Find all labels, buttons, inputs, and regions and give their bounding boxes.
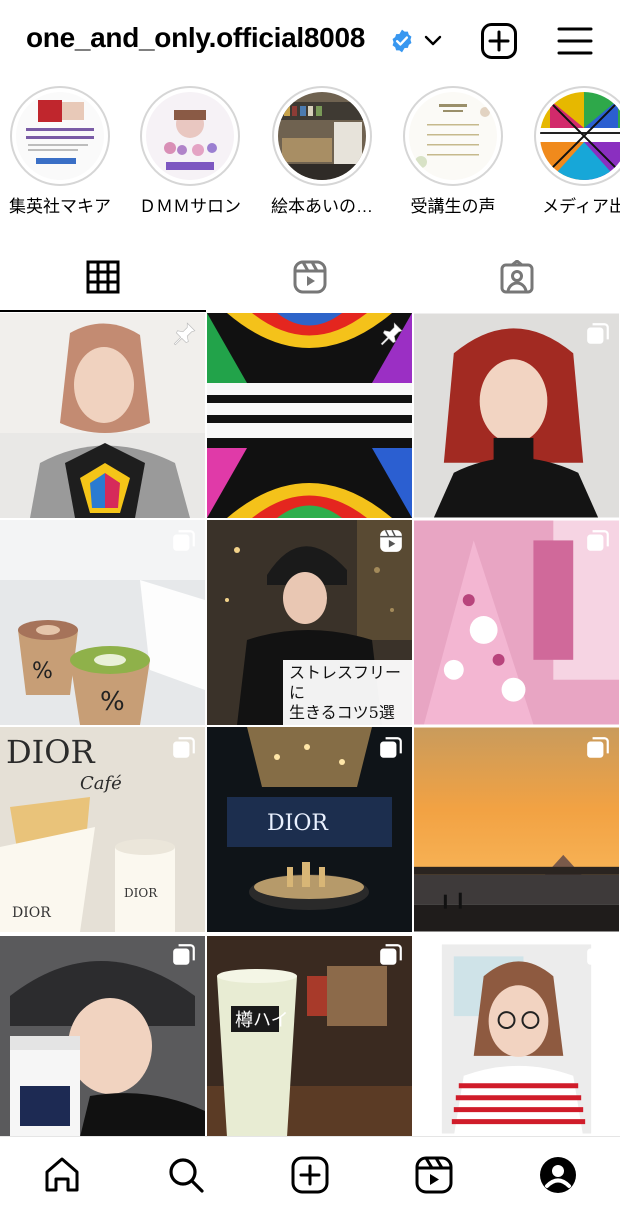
grid-post[interactable]: [0, 934, 205, 1139]
overlay-line: ストレスフリーに: [289, 663, 402, 702]
highlight-label: ＤＭＭサロン: [139, 197, 241, 216]
highlight-thumbnail: [409, 92, 497, 180]
carousel-icon: [173, 944, 195, 965]
can-label-text: 樽ハイ: [235, 1010, 289, 1031]
carousel-icon: [587, 737, 609, 758]
highlight-ring: [140, 86, 240, 186]
create-post-nav-icon[interactable]: [290, 1155, 330, 1195]
carousel-icon: [173, 737, 195, 758]
carousel-icon: [587, 323, 609, 344]
username-title[interactable]: one_and_only.official8008: [26, 22, 365, 54]
grid-post[interactable]: DIOR Café DIOR DIOR: [0, 727, 205, 932]
reels-icon: [380, 529, 402, 552]
grid-post[interactable]: 樽ハイ: [207, 934, 412, 1139]
highlight-thumbnail: [278, 92, 366, 180]
grid-post[interactable]: [0, 313, 205, 518]
highlight-ring: [403, 86, 503, 186]
posts-grid: % % ストレスフリーに 生きるコツ5選 DIOR Café DIOR DIOR…: [0, 313, 620, 1137]
grid-post[interactable]: [414, 727, 619, 932]
carousel-icon: [380, 944, 402, 965]
overlay-line: 生きるコツ5選: [289, 703, 395, 722]
grid-post[interactable]: DIOR: [207, 727, 412, 932]
highlight-label: メディア出: [542, 197, 620, 216]
grid-post[interactable]: ストレスフリーに 生きるコツ5選: [207, 520, 412, 725]
home-icon[interactable]: [42, 1155, 82, 1195]
post-overlay-caption: ストレスフリーに 生きるコツ5選: [283, 660, 412, 725]
highlight-label: 集英社マキア: [9, 197, 111, 216]
carousel-icon: [587, 944, 609, 965]
highlight-label: 受講生の声: [410, 197, 496, 216]
chevron-down-icon[interactable]: [421, 28, 445, 52]
svg-text:%: %: [32, 659, 53, 684]
highlight-thumbnail: [146, 92, 234, 180]
reels-icon: [293, 260, 327, 294]
verified-badge-icon: [392, 29, 412, 53]
pin-icon: [173, 322, 196, 346]
menu-button[interactable]: [556, 24, 594, 58]
svg-text:%: %: [100, 687, 125, 717]
highlight-thumbnail: [540, 92, 620, 180]
profile-avatar-icon[interactable]: [538, 1155, 578, 1195]
bottom-navigation: [0, 1136, 620, 1226]
grid-post[interactable]: [414, 313, 619, 518]
grid-post[interactable]: [414, 934, 619, 1139]
reels-nav-icon[interactable]: [414, 1155, 454, 1195]
dior-wall-text: DIOR: [6, 733, 96, 771]
highlight-ring: [534, 86, 620, 186]
grid-post[interactable]: % %: [0, 520, 205, 725]
tagged-person-icon: [500, 260, 534, 294]
profile-header: one_and_only.official8008: [0, 0, 620, 80]
search-icon[interactable]: [166, 1155, 206, 1195]
carousel-icon: [173, 530, 195, 551]
dior-sign-text: DIOR: [267, 811, 329, 836]
dior-cup-text: DIOR: [12, 905, 51, 921]
highlight-ring: [272, 86, 372, 186]
create-post-button[interactable]: [480, 22, 518, 60]
tab-reels[interactable]: [207, 250, 413, 312]
dior-cup-text: DIOR: [124, 886, 158, 900]
grid-post[interactable]: [207, 313, 412, 518]
profile-tabs: [0, 250, 620, 314]
carousel-icon: [380, 737, 402, 758]
tab-posts-grid[interactable]: [0, 250, 206, 312]
tab-tagged[interactable]: [414, 250, 620, 312]
active-tab-indicator: [0, 310, 206, 312]
carousel-icon: [587, 530, 609, 551]
highlight-thumbnail: [16, 92, 104, 180]
highlight-label: 絵本あいの…: [271, 197, 373, 216]
cafe-wall-text: Café: [80, 773, 122, 794]
story-highlights: 集英社マキア ＤＭＭサロン 絵本あいの… 受講生の声 メディア出: [0, 84, 620, 224]
pin-icon: [380, 322, 403, 346]
highlight-ring: [10, 86, 110, 186]
grid-icon: [86, 260, 120, 294]
grid-post[interactable]: [414, 520, 619, 725]
